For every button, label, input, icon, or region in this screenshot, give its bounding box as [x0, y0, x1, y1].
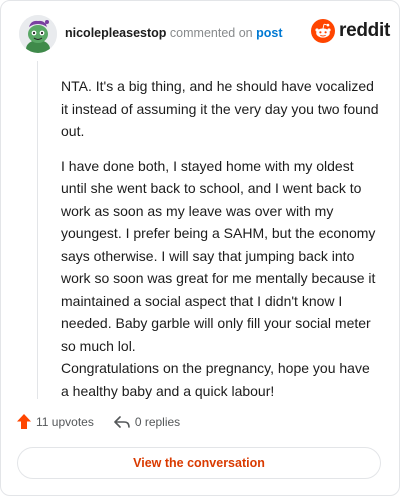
- username[interactable]: nicolepleasestop: [65, 26, 166, 40]
- upvote-arrow-icon: [17, 414, 31, 429]
- commented-label: commented on: [169, 26, 253, 40]
- comment-header: nicolepleasestop commented on post: [65, 26, 282, 40]
- avatar[interactable]: [19, 15, 57, 53]
- reply-arrow-icon: [114, 415, 130, 428]
- thread-line: [37, 61, 38, 399]
- comment-card: nicolepleasestop commented on post reddi…: [0, 0, 400, 496]
- reddit-wordmark: reddit: [339, 20, 390, 41]
- reddit-icon: [311, 19, 335, 43]
- post-link[interactable]: post: [256, 26, 282, 40]
- comment-paragraph: NTA. It's a big thing, and he should hav…: [61, 78, 379, 139]
- comment-paragraph: I have done both, I stayed home with my …: [61, 157, 376, 354]
- comment-actions: 11 upvotes 0 replies: [17, 414, 180, 429]
- upvote-count: 11 upvotes: [36, 414, 94, 429]
- view-conversation-label: View the conversation: [133, 456, 265, 470]
- snoo-avatar-icon: [19, 15, 57, 53]
- reply-count: 0 replies: [134, 414, 181, 429]
- reply-button[interactable]: 0 replies: [114, 415, 180, 429]
- comment-body: NTA. It's a big thing, and he should hav…: [61, 75, 379, 402]
- reddit-logo[interactable]: reddit: [311, 19, 390, 43]
- comment-paragraph: Congratulations on the pregnancy, hope y…: [61, 360, 370, 399]
- view-conversation-button[interactable]: View the conversation: [17, 447, 381, 479]
- upvote-button[interactable]: 11 upvotes: [17, 414, 94, 429]
